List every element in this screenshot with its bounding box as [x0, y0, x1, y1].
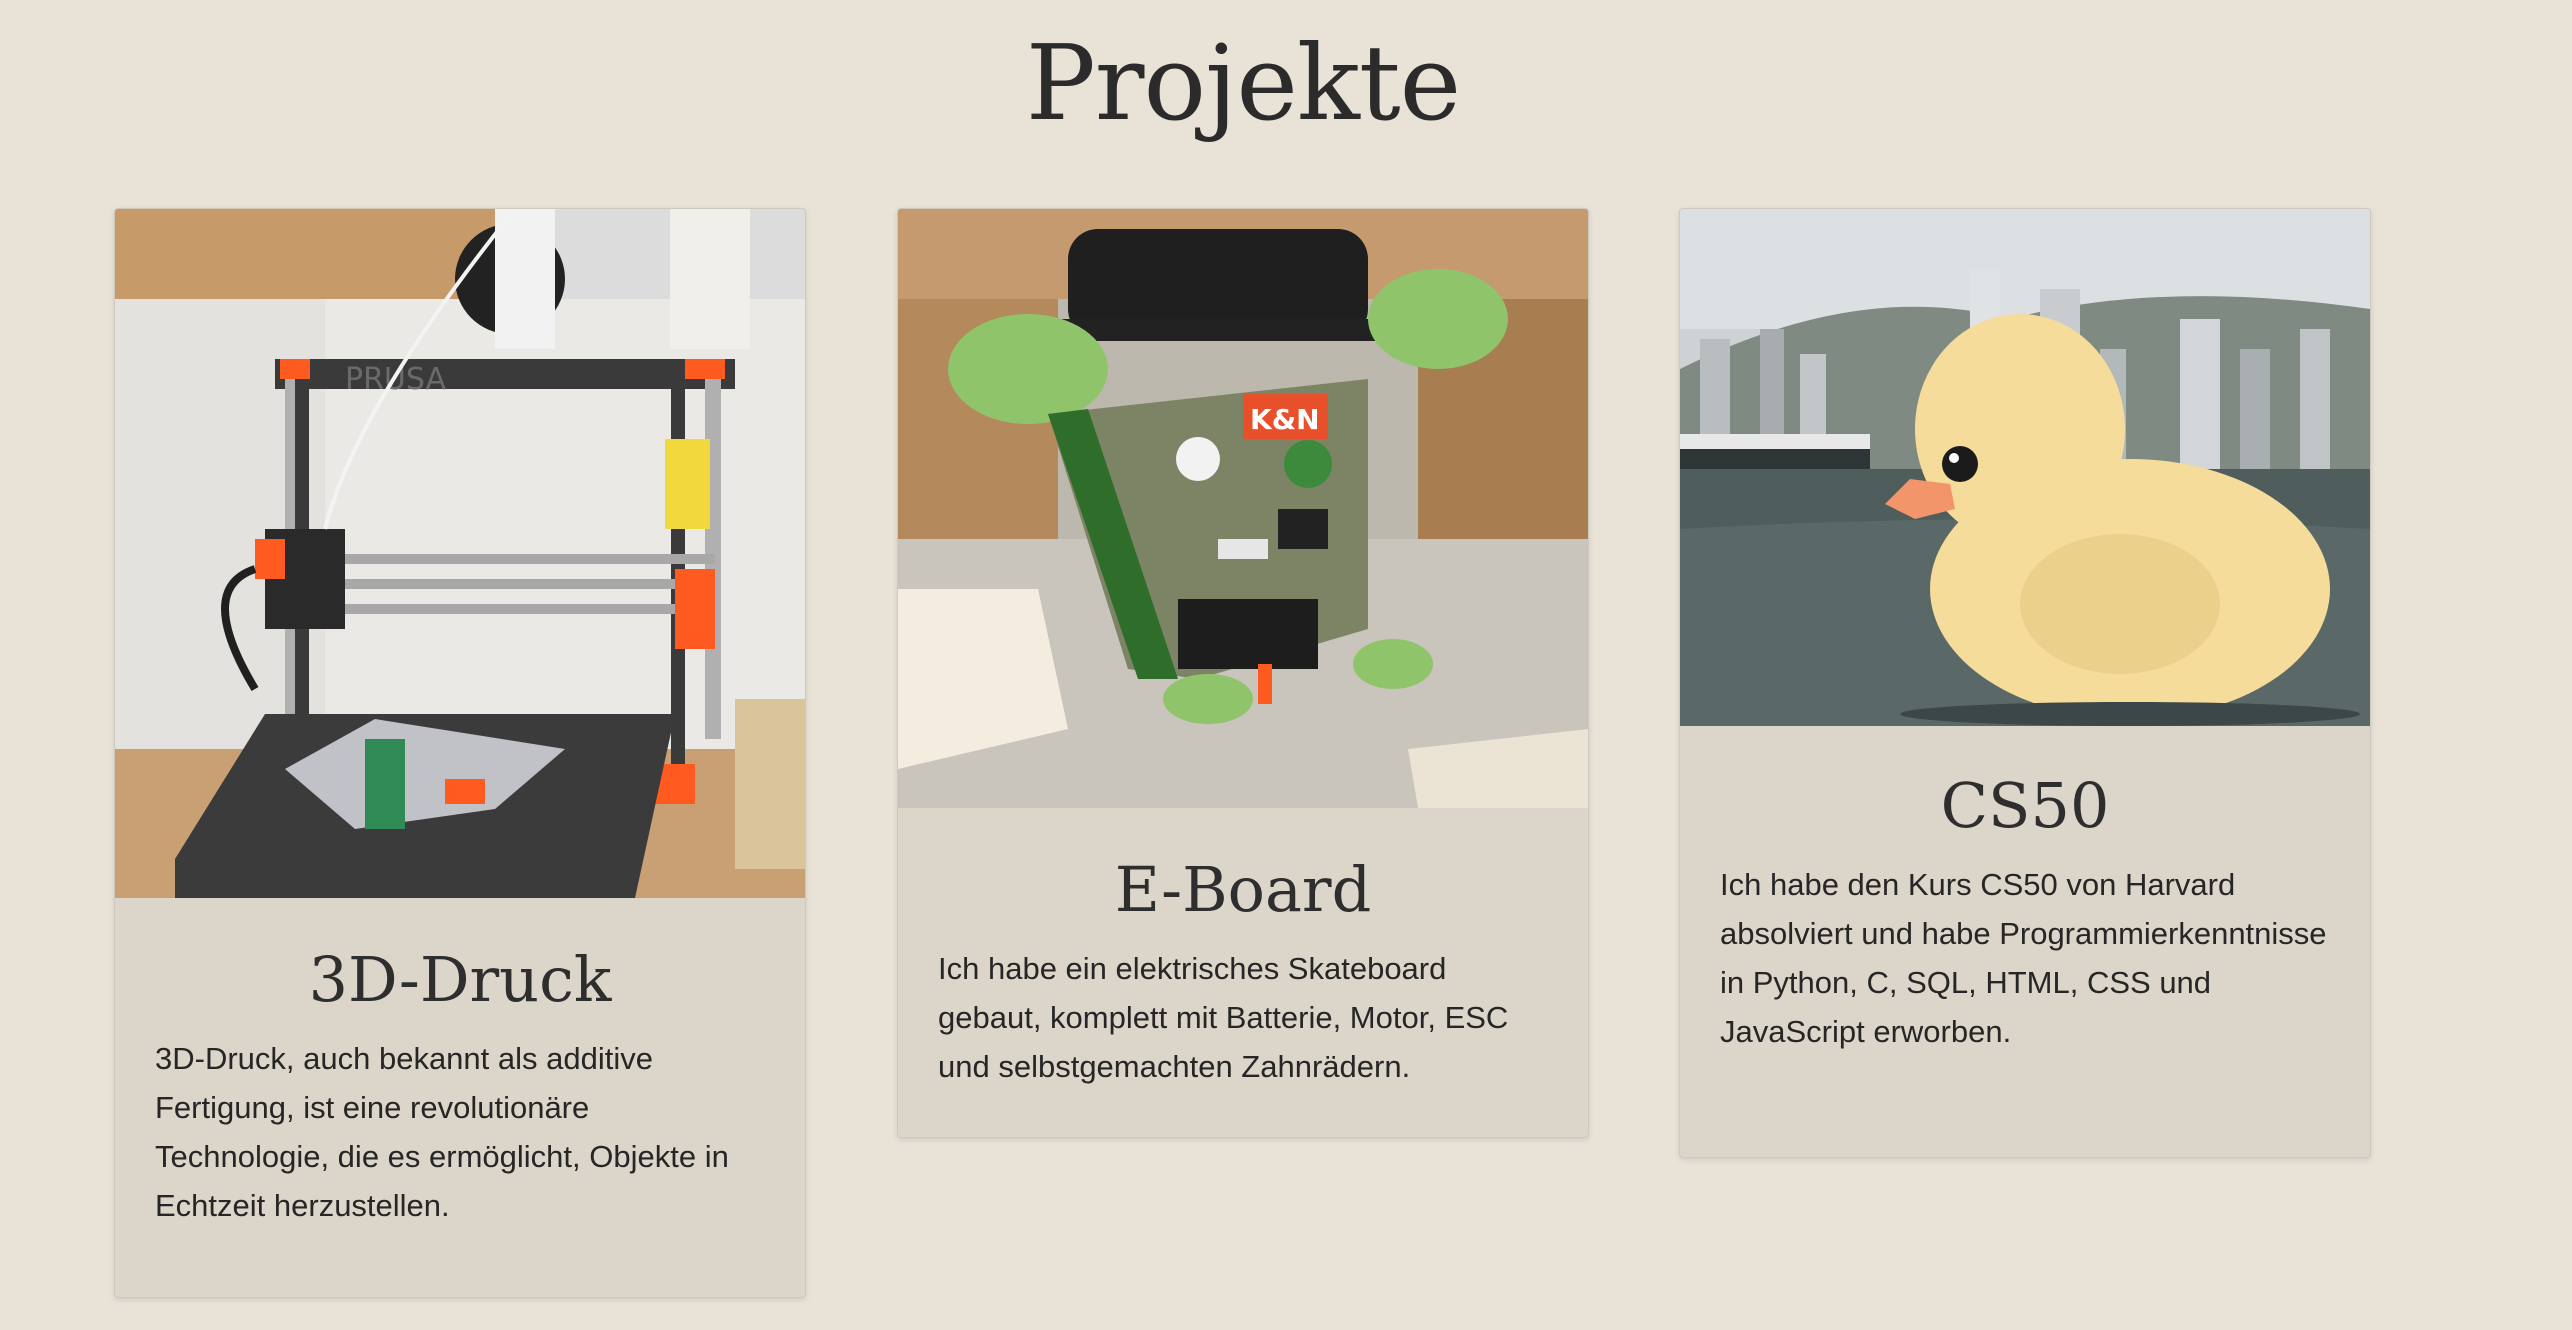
project-image-rubber-duck: [1680, 209, 2370, 726]
project-image-3d-printer: PRUSA: [115, 209, 805, 898]
projects-page: Projekte PRUSA 3D-Druck 3D-Druck, auch b…: [0, 0, 2572, 1330]
sticker-label: K&N: [1250, 403, 1320, 436]
3d-printer-photo: PRUSA: [115, 209, 805, 898]
project-card-3d-druck: PRUSA 3D-Druck 3D-Druck, auch bekannt al…: [114, 208, 806, 1298]
printer-brand-label: PRUSA: [345, 362, 446, 397]
project-title: CS50: [1940, 769, 2110, 842]
project-image-skateboard: K&N: [898, 209, 1588, 808]
page-title: Projekte: [1025, 22, 1461, 144]
project-description: 3D-Druck, auch bekannt als additive Fert…: [155, 1041, 729, 1223]
project-title: E-Board: [1114, 853, 1372, 926]
skateboard-photo: K&N: [898, 209, 1588, 808]
rubber-duck-photo: [1680, 209, 2370, 726]
project-description: Ich habe den Kurs CS50 von Harvard absol…: [1720, 867, 2327, 1049]
project-card-e-board: K&N E-Board Ich habe ein elektrisches Sk…: [897, 208, 1589, 1138]
project-description: Ich habe ein elektrisches Skateboard geb…: [938, 951, 1509, 1084]
project-title: 3D-Druck: [308, 943, 612, 1016]
project-card-cs50: CS50 Ich habe den Kurs CS50 von Harvard …: [1679, 208, 2371, 1158]
